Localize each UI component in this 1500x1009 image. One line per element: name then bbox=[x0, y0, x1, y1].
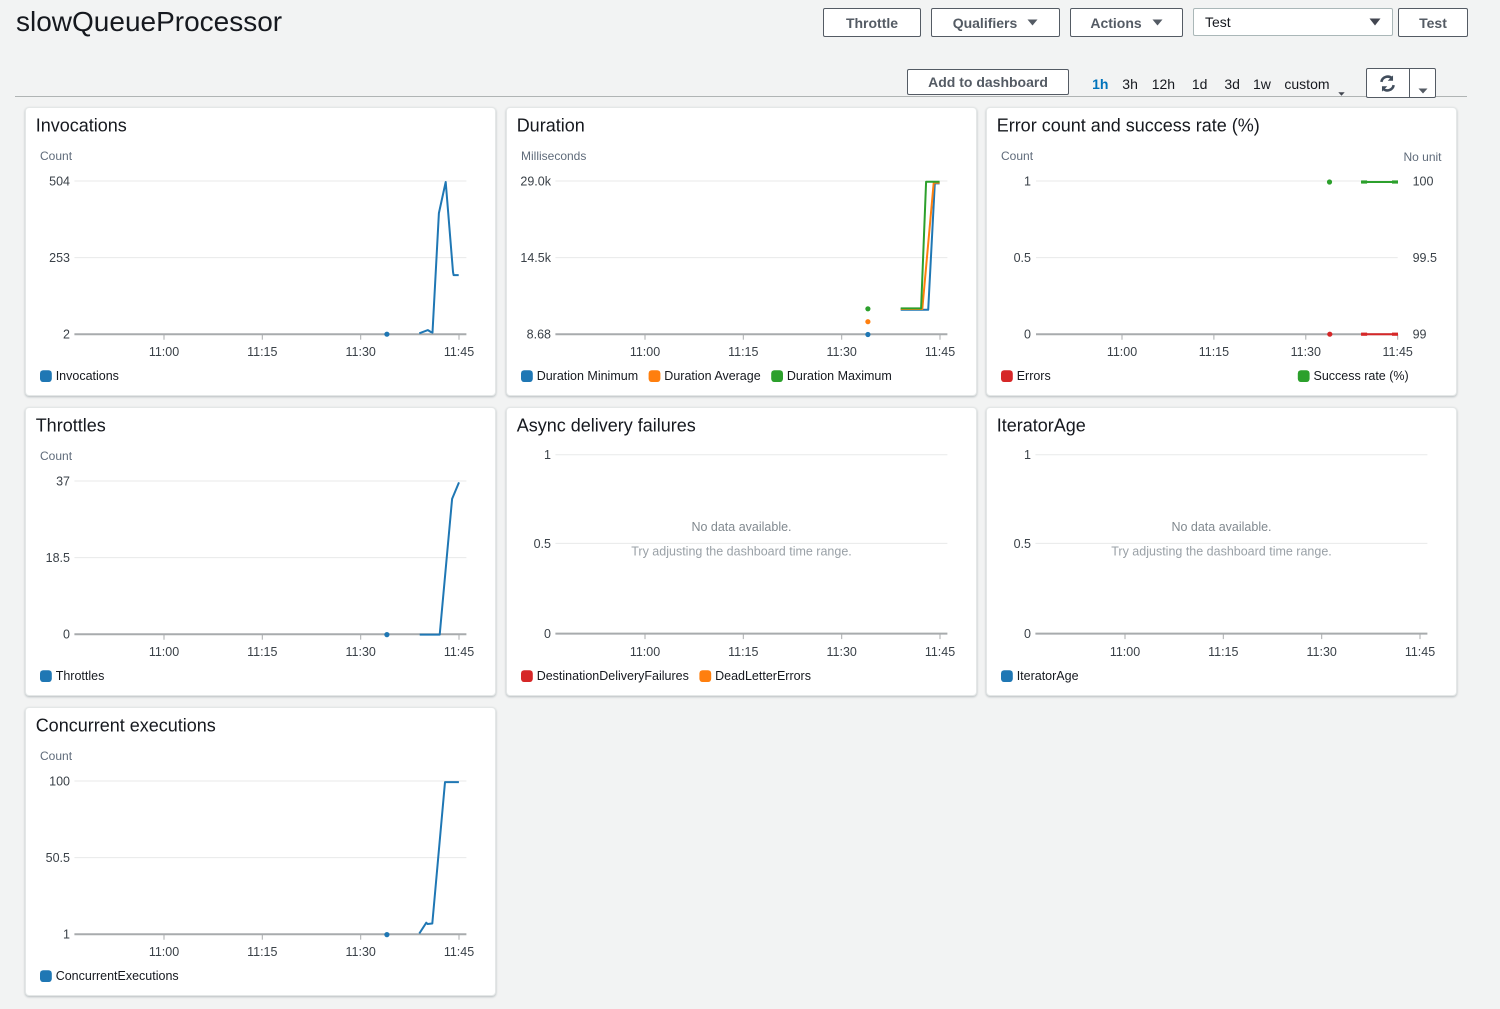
svg-text:11:00: 11:00 bbox=[149, 345, 179, 359]
svg-text:11:15: 11:15 bbox=[728, 345, 758, 359]
svg-text:11:30: 11:30 bbox=[346, 345, 376, 359]
svg-text:11:00: 11:00 bbox=[149, 645, 179, 659]
svg-text:0: 0 bbox=[63, 628, 70, 642]
svg-text:Count: Count bbox=[40, 749, 73, 763]
svg-text:Invocations: Invocations bbox=[56, 369, 119, 383]
svg-text:Count: Count bbox=[1001, 149, 1034, 163]
svg-text:Count: Count bbox=[40, 149, 73, 163]
svg-text:0: 0 bbox=[1024, 328, 1031, 342]
svg-text:18.5: 18.5 bbox=[46, 551, 70, 565]
svg-text:99.5: 99.5 bbox=[1413, 251, 1437, 265]
svg-text:Duration Average: Duration Average bbox=[664, 369, 760, 383]
svg-text:Async delivery failures: Async delivery failures bbox=[517, 415, 696, 435]
svg-text:29.0k: 29.0k bbox=[520, 175, 551, 189]
svg-text:Invocations: Invocations bbox=[36, 115, 127, 135]
svg-text:11:15: 11:15 bbox=[247, 945, 277, 959]
svg-text:14.5k: 14.5k bbox=[520, 251, 551, 265]
svg-text:Count: Count bbox=[40, 449, 73, 463]
svg-text:0.5: 0.5 bbox=[1014, 537, 1031, 551]
svg-text:Throttles: Throttles bbox=[36, 415, 106, 435]
svg-text:11:30: 11:30 bbox=[346, 645, 376, 659]
svg-text:11:45: 11:45 bbox=[925, 345, 955, 359]
svg-text:IteratorAge: IteratorAge bbox=[997, 415, 1086, 435]
svg-text:Errors: Errors bbox=[1017, 369, 1051, 383]
svg-text:37: 37 bbox=[56, 475, 70, 489]
svg-text:504: 504 bbox=[49, 175, 70, 189]
svg-text:Concurrent executions: Concurrent executions bbox=[36, 715, 216, 735]
svg-text:Try adjusting the dashboard ti: Try adjusting the dashboard time range. bbox=[631, 545, 852, 559]
svg-text:11:00: 11:00 bbox=[630, 345, 660, 359]
svg-text:100: 100 bbox=[1413, 175, 1434, 189]
svg-text:Throttles: Throttles bbox=[56, 669, 105, 683]
svg-text:11:00: 11:00 bbox=[149, 945, 179, 959]
svg-text:ConcurrentExecutions: ConcurrentExecutions bbox=[56, 969, 179, 983]
svg-text:11:45: 11:45 bbox=[925, 645, 955, 659]
svg-text:11:45: 11:45 bbox=[1405, 645, 1435, 659]
svg-text:0.5: 0.5 bbox=[1014, 251, 1031, 265]
svg-text:11:30: 11:30 bbox=[1291, 345, 1321, 359]
svg-text:Success rate (%): Success rate (%) bbox=[1314, 369, 1409, 383]
svg-text:11:00: 11:00 bbox=[1107, 345, 1137, 359]
svg-text:Duration: Duration bbox=[517, 115, 585, 135]
svg-text:100: 100 bbox=[49, 775, 70, 789]
svg-text:50.5: 50.5 bbox=[46, 851, 70, 865]
svg-text:0: 0 bbox=[1024, 627, 1031, 641]
svg-text:Milliseconds: Milliseconds bbox=[521, 149, 586, 163]
svg-text:11:30: 11:30 bbox=[827, 345, 857, 359]
svg-text:11:15: 11:15 bbox=[728, 645, 758, 659]
svg-text:8.68: 8.68 bbox=[527, 328, 551, 342]
svg-text:1: 1 bbox=[1024, 448, 1031, 462]
svg-text:2: 2 bbox=[63, 328, 70, 342]
svg-text:1: 1 bbox=[63, 928, 70, 942]
svg-text:11:45: 11:45 bbox=[444, 645, 474, 659]
svg-text:No data available.: No data available. bbox=[691, 520, 791, 534]
svg-text:Duration Maximum: Duration Maximum bbox=[787, 369, 892, 383]
svg-text:11:30: 11:30 bbox=[346, 945, 376, 959]
svg-text:11:15: 11:15 bbox=[1208, 645, 1238, 659]
svg-text:11:45: 11:45 bbox=[444, 345, 474, 359]
svg-text:99: 99 bbox=[1413, 328, 1427, 342]
svg-text:DestinationDeliveryFailures: DestinationDeliveryFailures bbox=[537, 669, 689, 683]
svg-text:253: 253 bbox=[49, 251, 70, 265]
svg-text:0.5: 0.5 bbox=[534, 537, 551, 551]
svg-text:11:45: 11:45 bbox=[444, 945, 474, 959]
svg-text:No data available.: No data available. bbox=[1171, 520, 1271, 534]
svg-text:11:45: 11:45 bbox=[1383, 345, 1413, 359]
svg-text:11:00: 11:00 bbox=[1110, 645, 1140, 659]
svg-text:11:15: 11:15 bbox=[1199, 345, 1229, 359]
svg-text:1: 1 bbox=[1024, 175, 1031, 189]
svg-text:11:30: 11:30 bbox=[1307, 645, 1337, 659]
svg-text:11:15: 11:15 bbox=[247, 345, 277, 359]
svg-text:Error count and success rate (: Error count and success rate (%) bbox=[997, 115, 1260, 135]
svg-text:11:00: 11:00 bbox=[630, 645, 660, 659]
svg-text:Try adjusting the dashboard ti: Try adjusting the dashboard time range. bbox=[1111, 545, 1332, 559]
svg-text:IteratorAge: IteratorAge bbox=[1017, 669, 1079, 683]
svg-text:Duration Minimum: Duration Minimum bbox=[537, 369, 638, 383]
svg-text:11:30: 11:30 bbox=[827, 645, 857, 659]
svg-text:1: 1 bbox=[544, 448, 551, 462]
svg-text:DeadLetterErrors: DeadLetterErrors bbox=[715, 669, 811, 683]
svg-text:No unit: No unit bbox=[1403, 150, 1442, 164]
svg-text:11:15: 11:15 bbox=[247, 645, 277, 659]
svg-text:0: 0 bbox=[544, 627, 551, 641]
